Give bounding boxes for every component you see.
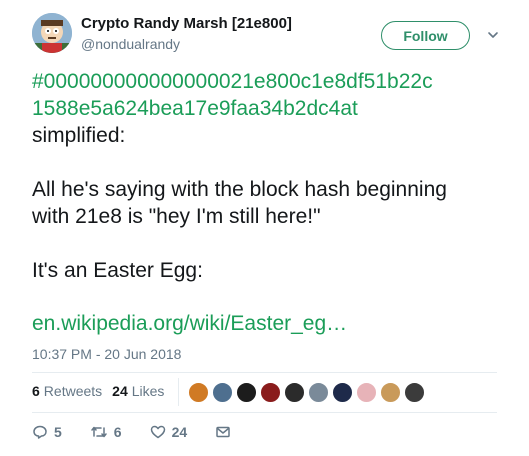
hashtag-line-1[interactable]: #000000000000000021e800c1e8df51b22c: [32, 68, 512, 95]
text-saying-2: with 21e8 is "hey I'm still here!": [32, 205, 321, 228]
liker-avatar[interactable]: [188, 382, 209, 403]
follow-button[interactable]: Follow: [381, 21, 470, 50]
liker-avatar[interactable]: [332, 382, 353, 403]
retweets-label: Retweets: [43, 383, 103, 399]
engagement-stats: 6 Retweets 24 Likes: [32, 383, 174, 399]
liker-avatar[interactable]: [356, 382, 377, 403]
liker-avatar[interactable]: [404, 382, 425, 403]
likes-stat[interactable]: 24 Likes: [112, 383, 164, 399]
likes-label: Likes: [131, 383, 165, 399]
direct-message-action[interactable]: [215, 424, 237, 440]
divider: [32, 372, 497, 373]
divider: [32, 412, 497, 413]
retweet-icon: [91, 426, 107, 438]
tweet-card: Crypto Randy Marsh [21e800] @nondualrand…: [0, 0, 529, 456]
stats-separator: [178, 378, 179, 406]
reply-action[interactable]: 5: [32, 424, 62, 440]
tweet-actions: 5 6 24: [32, 424, 265, 440]
like-count: 24: [171, 424, 188, 440]
likes-count: 24: [112, 383, 128, 399]
reply-icon: [33, 425, 47, 439]
retweets-count: 6: [32, 383, 40, 399]
user-handle[interactable]: @nondualrandy: [81, 36, 180, 52]
reply-count: 5: [54, 424, 62, 440]
retweet-count: 6: [113, 424, 122, 440]
text-saying-1: All he's saying with the block hash begi…: [32, 178, 447, 201]
liker-avatar[interactable]: [260, 382, 281, 403]
display-name[interactable]: Crypto Randy Marsh [21e800]: [81, 15, 292, 32]
heart-icon: [150, 425, 165, 439]
tweet-text: #000000000000000021e800c1e8df51b22c 1588…: [32, 68, 512, 284]
liker-avatar[interactable]: [380, 382, 401, 403]
cartoon-avatar-icon: [32, 13, 72, 53]
liker-avatar[interactable]: [236, 382, 257, 403]
user-avatar[interactable]: [32, 13, 72, 53]
liker-avatar[interactable]: [284, 382, 305, 403]
text-simplified: simplified:: [32, 124, 126, 147]
tweet-timestamp[interactable]: 10:37 PM - 20 Jun 2018: [32, 346, 181, 362]
liker-avatar[interactable]: [212, 382, 233, 403]
liker-avatars: [188, 382, 428, 403]
chevron-down-icon[interactable]: [486, 28, 500, 42]
like-action[interactable]: 24: [150, 424, 188, 440]
retweets-stat[interactable]: 6 Retweets: [32, 383, 102, 399]
text-easter-egg: It's an Easter Egg:: [32, 259, 203, 282]
hashtag-line-2[interactable]: 1588e5a624bea17e9faa34b2dc4at: [32, 95, 512, 122]
liker-avatar[interactable]: [308, 382, 329, 403]
envelope-icon: [216, 426, 230, 438]
retweet-action[interactable]: 6: [90, 424, 122, 440]
wikipedia-link[interactable]: en.wikipedia.org/wiki/Easter_eg…: [32, 312, 347, 336]
